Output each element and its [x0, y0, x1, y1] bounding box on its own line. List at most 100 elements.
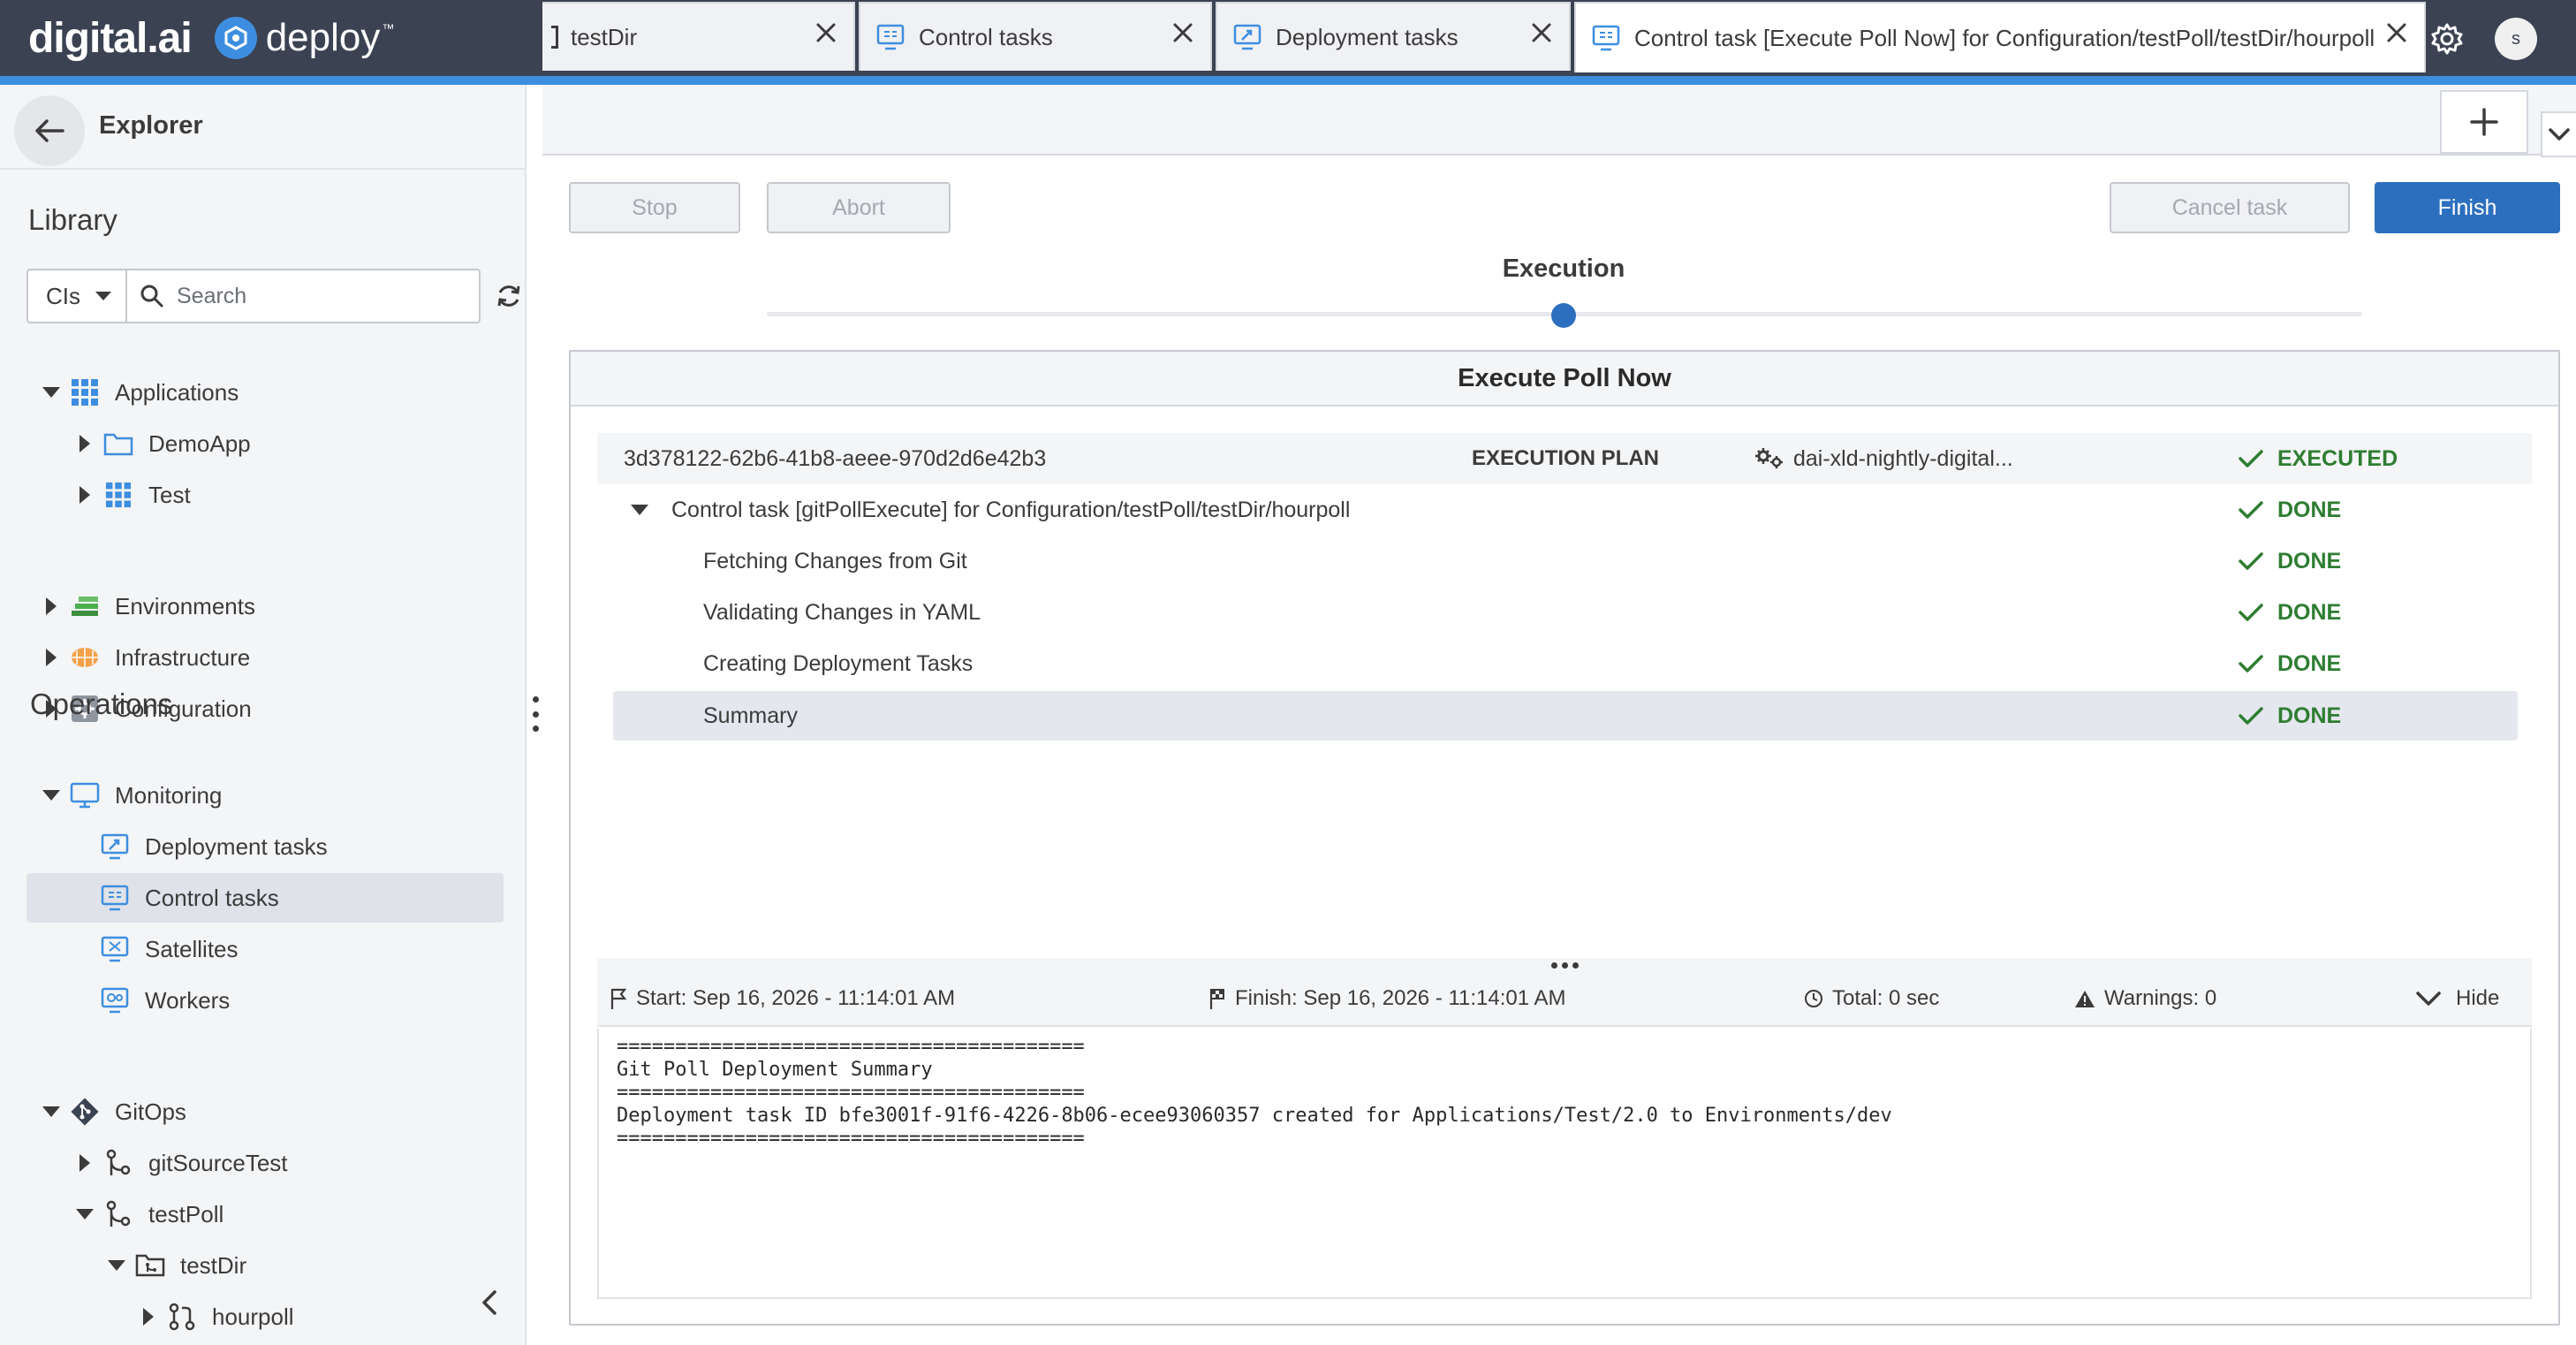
flag-icon [610, 988, 627, 1009]
close-icon[interactable] [1528, 19, 1555, 46]
task-log[interactable]: ========================================… [597, 1029, 2532, 1299]
tree-item-satellites[interactable]: Satellites [74, 924, 239, 974]
caret-down-icon[interactable] [41, 785, 62, 806]
library-title: Library [28, 203, 117, 236]
step-row-selected[interactable]: Summary DONE [613, 691, 2518, 741]
abort-button[interactable]: Abort [767, 182, 951, 233]
library-search-row: CIs [27, 269, 527, 323]
back-button[interactable] [14, 95, 85, 166]
tree-item-testpoll[interactable]: testPoll [74, 1189, 224, 1239]
step-status-text: DONE [2277, 650, 2342, 676]
tree-item-label: Applications [115, 378, 239, 406]
environments-icon [69, 590, 101, 622]
brand-product-text: deploy [265, 16, 381, 59]
tab-deployment-tasks[interactable]: Deployment tasks [1216, 2, 1571, 71]
tree-item-monitoring[interactable]: Monitoring [41, 771, 222, 820]
check-icon [2239, 604, 2263, 621]
step-label: Summary [703, 703, 798, 728]
gears-icon [1755, 448, 1783, 468]
stop-button[interactable]: Stop [569, 182, 740, 233]
caret-down-icon[interactable] [631, 484, 648, 536]
close-icon[interactable] [1170, 19, 1196, 46]
tree-item-applications[interactable]: Applications [41, 368, 239, 417]
execution-plan: 3d378122-62b6-41b8-aeee-970d2d6e42b3 EXE… [597, 433, 2532, 963]
caret-down-icon[interactable] [106, 1255, 127, 1276]
caret-down-icon[interactable] [41, 1101, 62, 1122]
caret-down-icon [95, 292, 111, 300]
caret-down-icon[interactable] [41, 382, 62, 403]
brand-logo[interactable]: digital.ai deploy ™ [28, 12, 394, 64]
total-info: Total: 0 sec [1804, 972, 1939, 1025]
refresh-icon[interactable] [491, 278, 527, 314]
block-label: Control task [gitPollExecute] for Config… [671, 497, 1351, 522]
add-tab-button[interactable] [2440, 90, 2528, 154]
step-row[interactable]: Validating Changes in YAML DONE [597, 587, 2532, 638]
close-icon[interactable] [2383, 19, 2410, 46]
search-input[interactable] [177, 283, 459, 309]
total-duration: Total: 0 sec [1832, 986, 1940, 1010]
task-id: 3d378122-62b6-41b8-aeee-970d2d6e42b3 [624, 445, 1047, 471]
git-branch-icon [102, 1198, 134, 1230]
step-row[interactable]: Creating Deployment Tasks DONE [597, 638, 2532, 689]
tree-item-control-tasks[interactable]: Control tasks [27, 873, 504, 923]
tab-testdir[interactable]: testDir [542, 2, 855, 71]
search-field[interactable] [125, 269, 481, 323]
gear-icon[interactable] [2426, 18, 2468, 60]
git-pull-icon [166, 1301, 198, 1333]
hide-label: Hide [2456, 986, 2500, 1010]
tree-item-gitops[interactable]: GitOps [41, 1087, 186, 1136]
log-line: Deployment task ID bfe3001f-91f6-4226-8b… [617, 1105, 1892, 1127]
tree-item-infrastructure[interactable]: Infrastructure [41, 633, 250, 682]
arrow-left-icon [35, 119, 64, 142]
close-icon[interactable] [813, 19, 839, 46]
user-avatar[interactable]: s [2495, 18, 2537, 60]
folder-icon [102, 428, 134, 460]
step-status-text: DONE [2277, 548, 2342, 574]
step-status: DONE [2239, 638, 2341, 689]
tree-item-label: gitSourceTest [148, 1149, 288, 1176]
tree-item-test[interactable]: Test [74, 470, 191, 520]
caret-right-icon[interactable] [138, 1306, 159, 1327]
tree-item-demoapp[interactable]: DemoApp [74, 419, 251, 468]
plan-header-row[interactable]: 3d378122-62b6-41b8-aeee-970d2d6e42b3 EXE… [597, 433, 2532, 484]
sidebar-resize-handle[interactable] [530, 696, 541, 732]
chevron-down-icon [2549, 128, 2570, 141]
stepper-current-step [1551, 303, 1576, 328]
applications-icon [69, 376, 101, 408]
tree-item-label: Infrastructure [115, 643, 251, 671]
finish-button[interactable]: Finish [2375, 182, 2560, 233]
caret-right-icon[interactable] [41, 596, 62, 617]
tree-item-hourpoll[interactable]: hourpoll [138, 1292, 294, 1341]
log-split-handle[interactable] [597, 958, 2532, 972]
check-icon [2239, 450, 2263, 467]
step-row[interactable]: Fetching Changes from Git DONE [597, 536, 2532, 587]
hide-log-button[interactable]: Hide [2415, 972, 2499, 1025]
ci-type-select[interactable]: CIs [27, 269, 125, 323]
tab-control-task-execute-poll[interactable]: Control task [Execute Poll Now] for Conf… [1574, 2, 2426, 72]
git-branch-icon [102, 1147, 134, 1179]
ci-type-value: CIs [46, 282, 80, 309]
cancel-task-button[interactable]: Cancel task [2110, 182, 2350, 233]
tree-item-deployment-tasks[interactable]: Deployment tasks [74, 822, 328, 871]
caret-right-icon[interactable] [41, 647, 62, 668]
tab-control-tasks[interactable]: Control tasks [859, 2, 1212, 71]
control-tasks-icon [875, 21, 906, 53]
log-line: Git Poll Deployment Summary [617, 1059, 933, 1081]
git-icon [69, 1096, 101, 1128]
tree-item-environments[interactable]: Environments [41, 581, 255, 631]
tab-overflow-button[interactable] [2541, 111, 2576, 157]
caret-right-icon[interactable] [74, 1152, 95, 1174]
plan-status-text: EXECUTED [2277, 445, 2398, 471]
block-row[interactable]: Control task [gitPollExecute] for Config… [597, 484, 2532, 536]
caret-right-icon[interactable] [74, 484, 95, 505]
step-status: DONE [2239, 691, 2341, 741]
step-status: DONE [2239, 536, 2341, 587]
tree-item-gitsourcetest[interactable]: gitSourceTest [74, 1138, 288, 1188]
chevron-down-icon [2416, 992, 2441, 1006]
caret-down-icon[interactable] [74, 1204, 95, 1225]
caret-right-icon[interactable] [74, 433, 95, 454]
tree-item-testdir[interactable]: testDir [106, 1241, 246, 1290]
tree-item-workers[interactable]: Workers [74, 976, 230, 1025]
collapse-sidebar-button[interactable] [474, 1285, 505, 1320]
log-line: ======================================== [617, 1082, 1085, 1104]
